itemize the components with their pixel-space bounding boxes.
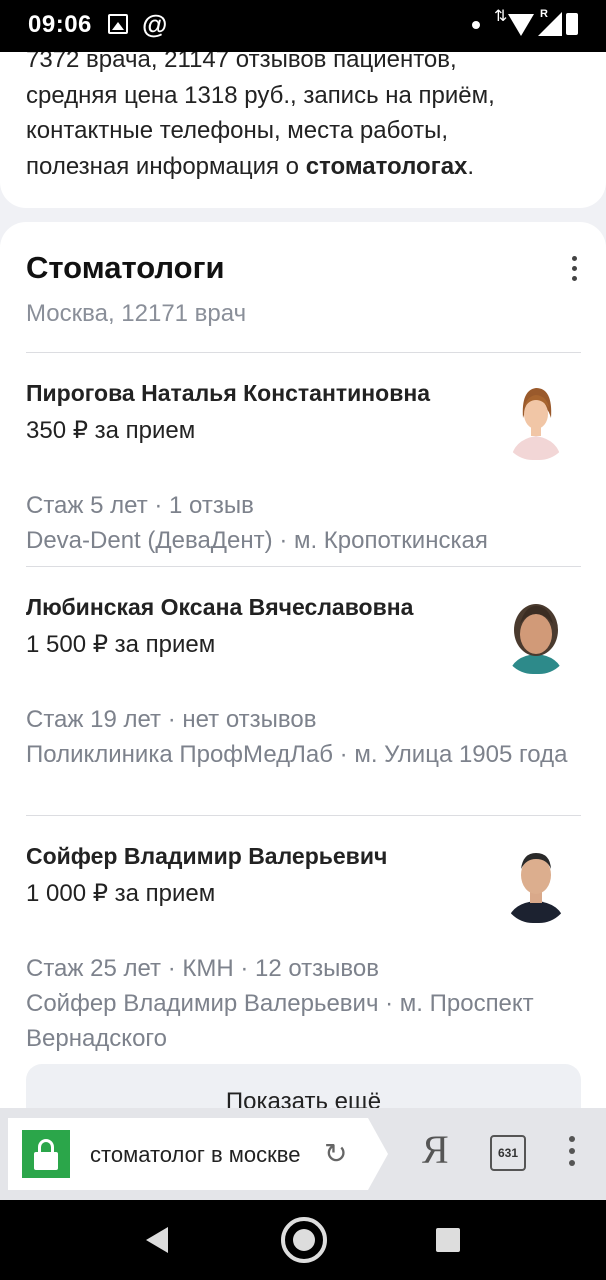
doctor-location: Поликлиника ПрофМедЛаб · м. Улица 1905 г… [26, 741, 568, 768]
divider [26, 352, 581, 353]
reload-icon[interactable]: ↻ [324, 1140, 347, 1168]
recent-apps-icon[interactable] [436, 1228, 460, 1252]
battery-icon [566, 13, 578, 35]
doctor-meta: Стаж 5 лет · 1 отзыв Deva-Dent (ДеваДент… [26, 488, 581, 558]
tabs-button[interactable]: 631 [490, 1135, 526, 1171]
card-subtitle: Москва, 12171 врач [26, 300, 247, 327]
tab-count: 631 [497, 1146, 519, 1160]
roaming-label: R [540, 8, 548, 20]
intro-line-4-prefix: полезная информация о [26, 152, 306, 180]
browser-toolbar: стоматолог в москве ↻ Я 631 [0, 1108, 606, 1200]
yandex-button[interactable]: Я [422, 1126, 449, 1173]
divider [26, 815, 581, 816]
dot-icon [472, 21, 480, 29]
doctor-experience: Стаж 19 лет · нет отзывов [26, 706, 317, 733]
doctor-meta: Стаж 25 лет · КМН · 12 отзывов Сойфер Вл… [26, 951, 581, 1056]
doctor-meta: Стаж 19 лет · нет отзывов Поликлиника Пр… [26, 702, 581, 772]
doctor-experience: Стаж 25 лет · КМН · 12 отзывов [26, 955, 380, 982]
intro-line-4-suffix: . [467, 152, 475, 180]
url-text[interactable]: стоматолог в москве [90, 1142, 308, 1168]
lock-icon[interactable] [22, 1130, 70, 1178]
doctor-experience: Стаж 5 лет · 1 отзыв [26, 492, 254, 519]
doctor-avatar[interactable] [503, 841, 569, 923]
at-icon: @ [142, 9, 168, 39]
divider [26, 566, 581, 567]
image-icon [108, 14, 128, 34]
doctor-avatar[interactable] [503, 592, 569, 674]
doctor-location: Сойфер Владимир Валерьевич · м. Проспект… [26, 990, 534, 1052]
doctor-price: 1 000 ₽ за прием [26, 880, 216, 907]
intro-description: 7372 врача, 21147 отзывов пациентов, сре… [26, 42, 586, 184]
doctor-name[interactable]: Пирогова Наталья Константиновна [26, 380, 430, 407]
doctors-card: Стоматологи Москва, 12171 врач Пирогова … [0, 222, 606, 1122]
home-icon[interactable] [281, 1217, 327, 1263]
doctor-location: Deva-Dent (ДеваДент) · м. Кропоткинская [26, 527, 488, 554]
navigation-bar [0, 1200, 606, 1280]
data-arrows-icon: ⇅ [494, 8, 508, 25]
browser-menu-icon[interactable] [566, 1136, 578, 1172]
wifi-icon [508, 14, 534, 36]
status-bar: 09:06 @ ⇅ R [0, 0, 606, 52]
card-title[interactable]: Стоматологи [26, 250, 225, 286]
intro-line-2: средняя цена 1318 руб., запись на приём, [26, 81, 495, 109]
doctor-avatar[interactable] [503, 378, 569, 460]
doctor-name[interactable]: Сойфер Владимир Валерьевич [26, 843, 387, 870]
status-time: 09:06 [28, 11, 92, 38]
address-bar[interactable]: стоматолог в москве ↻ [8, 1118, 388, 1190]
doctor-price: 1 500 ₽ за прием [26, 631, 216, 658]
intro-line-4-bold: стоматологах [305, 152, 468, 180]
intro-line-3: контактные телефоны, места работы, [26, 117, 449, 144]
card-menu-icon[interactable] [564, 256, 584, 284]
doctor-name[interactable]: Любинская Оксана Вячеславовна [26, 594, 413, 621]
back-icon[interactable] [146, 1227, 168, 1253]
doctor-price: 350 ₽ за прием [26, 417, 196, 444]
